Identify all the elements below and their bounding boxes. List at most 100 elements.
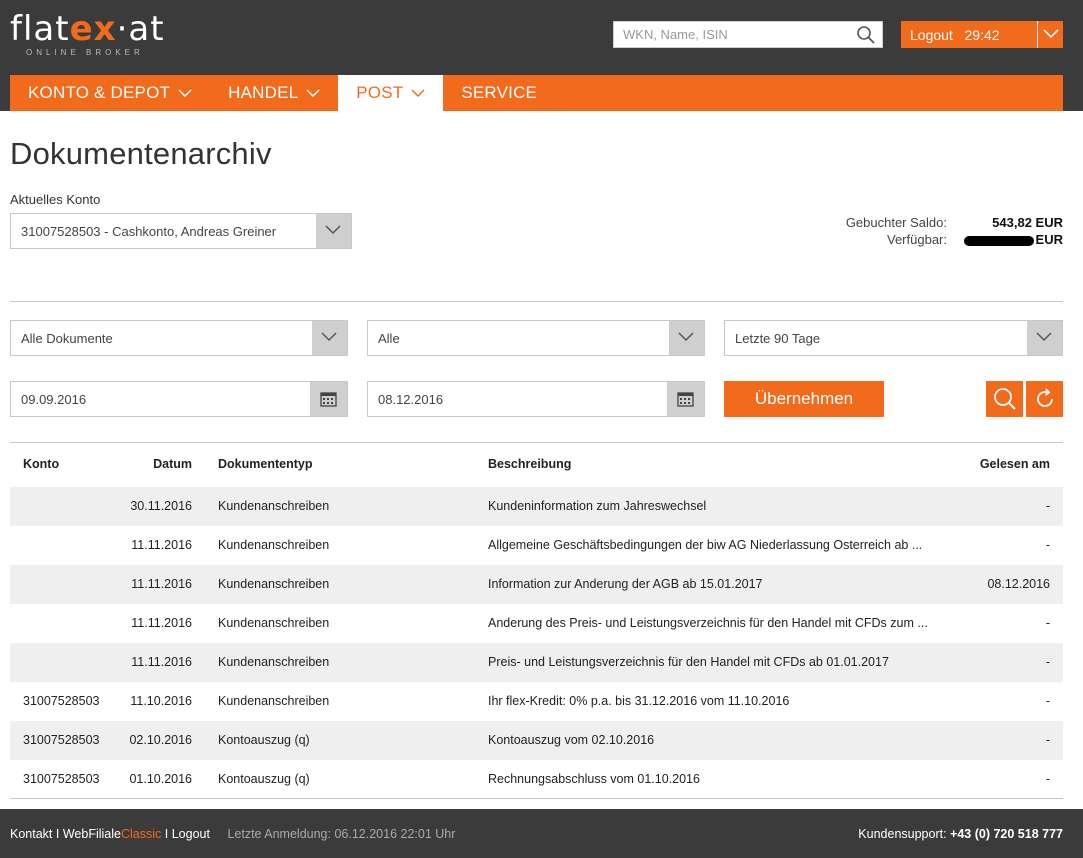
logout-dropdown-toggle[interactable] bbox=[1037, 21, 1063, 48]
date-to-value: 08.12.2016 bbox=[378, 392, 444, 407]
search-icon bbox=[994, 388, 1016, 410]
cell-datum: 01.10.2016 bbox=[129, 772, 192, 786]
logo-ex: ex bbox=[69, 9, 117, 49]
nav-post[interactable]: POST bbox=[338, 75, 444, 111]
cell-typ: Kundenanschreiben bbox=[218, 694, 330, 708]
cell-gelesen: - bbox=[1045, 616, 1050, 630]
footer-separator: I bbox=[164, 827, 169, 841]
date-to-field[interactable]: 08.12.2016 bbox=[367, 381, 705, 417]
date-to-picker[interactable] bbox=[667, 382, 704, 416]
saldo-values: 543,82 EUR EUR bbox=[963, 214, 1063, 248]
verfuegbar-currency: EUR bbox=[1035, 232, 1063, 247]
date-from-picker[interactable] bbox=[310, 382, 347, 416]
table-row[interactable]: 30.11.2016 Kundenanschreiben Kundeninfor… bbox=[10, 487, 1063, 526]
documents-table: Konto Datum Dokumententyp Beschreibung G… bbox=[10, 445, 1063, 799]
status-select[interactable]: Alle bbox=[367, 320, 705, 356]
cell-beschreibung[interactable]: Ihr flex-Kredit: 0% p.a. bis 31.12.2016 … bbox=[488, 694, 789, 708]
document-type-toggle[interactable] bbox=[312, 321, 347, 355]
search-input[interactable] bbox=[614, 22, 844, 47]
divider bbox=[10, 798, 1063, 799]
session-timer: 29:42 bbox=[964, 27, 1000, 43]
account-label: Aktuelles Konto bbox=[10, 192, 101, 207]
support-info: Kundensupport: +43 (0) 720 518 777 bbox=[858, 827, 1063, 841]
cell-beschreibung[interactable]: Allgemeine Geschäftsbedingungen der biw … bbox=[488, 538, 922, 552]
table-row[interactable]: 11.11.2016 Kundenanschreiben Preis- und … bbox=[10, 643, 1063, 682]
cell-datum: 11.11.2016 bbox=[131, 577, 192, 591]
chevron-down-icon bbox=[411, 89, 425, 97]
table-row[interactable]: 11.11.2016 Kundenanschreiben Allgemeine … bbox=[10, 526, 1063, 565]
period-select[interactable]: Letzte 90 Tage bbox=[724, 320, 1063, 356]
cell-datum: 11.11.2016 bbox=[131, 616, 192, 630]
col-dokumententyp[interactable]: Dokumententyp bbox=[218, 457, 312, 471]
cell-beschreibung[interactable]: Information zur Anderung der AGB ab 15.0… bbox=[488, 577, 763, 591]
nav-handel[interactable]: HANDEL bbox=[210, 75, 338, 111]
cell-datum: 11.10.2016 bbox=[130, 694, 192, 708]
last-login-text: Letzte Anmeldung: 06.12.2016 22:01 Uhr bbox=[227, 827, 456, 841]
table-row[interactable]: 11.11.2016 Kundenanschreiben Information… bbox=[10, 565, 1063, 604]
document-type-select[interactable]: Alle Dokumente bbox=[10, 320, 348, 356]
search-button[interactable] bbox=[986, 381, 1023, 417]
cell-beschreibung[interactable]: Anderung des Preis- und Leistungsverzeic… bbox=[488, 616, 928, 630]
page-title: Dokumentenarchiv bbox=[10, 136, 272, 171]
calendar-icon bbox=[677, 392, 694, 407]
nav-label: KONTO & DEPOT bbox=[28, 83, 171, 102]
chevron-down-icon bbox=[321, 332, 337, 342]
footer-logout-link[interactable]: Logout bbox=[172, 827, 210, 841]
cell-datum: 02.10.2016 bbox=[129, 733, 192, 747]
cell-datum: 11.11.2016 bbox=[131, 655, 192, 669]
cell-beschreibung[interactable]: Preis- und Leistungsverzeichnis für den … bbox=[488, 655, 889, 669]
divider bbox=[10, 301, 1063, 302]
cell-beschreibung[interactable]: Rechnungsabschluss vom 01.10.2016 bbox=[488, 772, 700, 786]
status-value: Alle bbox=[378, 331, 400, 346]
nav-label: POST bbox=[356, 83, 404, 102]
calendar-icon bbox=[320, 392, 337, 407]
cell-beschreibung[interactable]: Kundeninformation zum Jahreswechsel bbox=[488, 499, 706, 513]
apply-button[interactable]: Übernehmen bbox=[724, 381, 884, 417]
table-row[interactable]: 31007528503 11.10.2016 Kundenanschreiben… bbox=[10, 682, 1063, 721]
period-toggle[interactable] bbox=[1027, 321, 1062, 355]
date-from-value: 09.09.2016 bbox=[21, 392, 87, 407]
chevron-down-icon bbox=[325, 225, 341, 235]
cell-typ: Kundenanschreiben bbox=[218, 499, 330, 513]
col-beschreibung[interactable]: Beschreibung bbox=[488, 457, 571, 471]
table-row[interactable]: 31007528503 02.10.2016 Kontoauszug (q) K… bbox=[10, 721, 1063, 760]
chevron-down-icon bbox=[1043, 29, 1059, 39]
cell-gelesen: - bbox=[1045, 655, 1050, 669]
status-toggle[interactable] bbox=[669, 321, 704, 355]
cell-beschreibung[interactable]: Kontoauszug vom 02.10.2016 bbox=[488, 733, 654, 747]
support-phone[interactable]: +43 (0) 720 518 777 bbox=[950, 827, 1063, 841]
reset-button[interactable] bbox=[1026, 381, 1063, 417]
cell-typ: Kundenanschreiben bbox=[218, 616, 330, 630]
logout-button[interactable]: Logout 29:42 bbox=[901, 21, 1063, 48]
account-select-toggle[interactable] bbox=[316, 214, 351, 248]
kontakt-link[interactable]: Kontakt bbox=[10, 827, 52, 841]
redacted-amount bbox=[963, 235, 1034, 246]
cell-gelesen: - bbox=[1045, 694, 1050, 708]
saldo-label: Gebuchter Saldo: bbox=[845, 215, 947, 230]
table-row[interactable]: 31007528503 01.10.2016 Kontoauszug (q) R… bbox=[10, 760, 1063, 799]
cell-typ: Kundenanschreiben bbox=[218, 577, 330, 591]
col-datum[interactable]: Datum bbox=[153, 457, 192, 471]
chevron-down-icon bbox=[678, 332, 694, 342]
table-row[interactable]: 11.11.2016 Kundenanschreiben Anderung de… bbox=[10, 604, 1063, 643]
period-value: Letzte 90 Tage bbox=[735, 331, 821, 346]
nav-konto-depot[interactable]: KONTO & DEPOT bbox=[10, 75, 210, 111]
nav-service[interactable]: SERVICE bbox=[443, 75, 555, 111]
webfiliale-classic-link[interactable]: WebFilialeClassic bbox=[63, 827, 161, 841]
table-header: Konto Datum Dokumententyp Beschreibung G… bbox=[10, 445, 1063, 487]
search-icon[interactable] bbox=[856, 25, 876, 45]
date-from-field[interactable]: 09.09.2016 bbox=[10, 381, 348, 417]
cell-konto: 31007528503 bbox=[23, 772, 100, 786]
account-select[interactable]: 31007528503 - Cashkonto, Andreas Greiner bbox=[10, 213, 352, 249]
flatex-logo[interactable]: flatex·at ONLINE BROKER bbox=[10, 12, 165, 57]
logout-label: Logout bbox=[910, 27, 953, 43]
cell-datum: 30.11.2016 bbox=[130, 499, 192, 513]
cell-gelesen: - bbox=[1045, 538, 1050, 552]
refresh-icon bbox=[1037, 388, 1053, 407]
footer: Kontakt I WebFilialeClassic I Logout Let… bbox=[0, 809, 1083, 858]
col-gelesen-am[interactable]: Gelesen am bbox=[980, 457, 1050, 471]
cell-gelesen: - bbox=[1045, 772, 1050, 786]
col-konto[interactable]: Konto bbox=[23, 457, 59, 471]
cell-konto: 31007528503 bbox=[23, 694, 100, 708]
cell-gelesen: - bbox=[1045, 733, 1050, 747]
